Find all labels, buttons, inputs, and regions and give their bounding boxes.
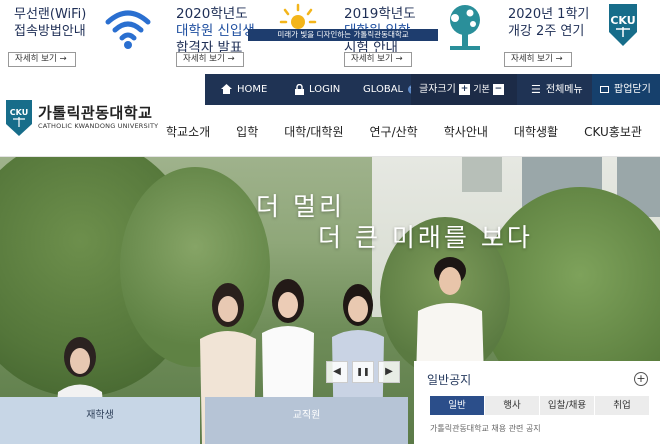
nav-item-admission[interactable]: 입학 xyxy=(236,120,258,144)
quick-tab-students[interactable]: 재학생 xyxy=(0,397,200,444)
svg-text:CKU: CKU xyxy=(10,108,28,117)
popup-ribbon-banner: 미래가 빛을 디자인하는 가톨릭관동대학교 xyxy=(248,29,438,41)
slide-next-button[interactable]: ▶ xyxy=(378,361,400,383)
logo-korean-name: 가톨릭관동대학교 xyxy=(38,104,153,122)
nav-item-colleges[interactable]: 대학/대학원 xyxy=(284,120,343,144)
site-logo[interactable]: CKU 가톨릭관동대학교 CATHOLIC KWANDONG UNIVERSIT… xyxy=(4,100,174,140)
notice-tab-events[interactable]: 행사 xyxy=(485,396,539,415)
main-navigation: 학교소개 입학 대학/대학원 연구/산학 학사안내 대학생활 CKU홍보관 xyxy=(166,120,642,144)
popup-title: 무선랜(WiFi) 접속방법안내 xyxy=(14,7,87,39)
svg-text:CKU: CKU xyxy=(610,14,635,27)
notice-tab-general[interactable]: 일반 xyxy=(430,396,484,415)
nav-item-research[interactable]: 연구/산학 xyxy=(370,120,418,144)
slide-prev-button[interactable]: ◀ xyxy=(326,361,348,383)
wifi-icon xyxy=(105,10,151,49)
notice-list-item[interactable]: 가톨릭관동대학교 채용 관련 공지 xyxy=(430,423,650,434)
notice-tab-bids-jobs[interactable]: 입찰/채용 xyxy=(540,396,594,415)
popup-more-button[interactable]: 자세히 보기 → xyxy=(344,52,412,67)
popup-title: 2020학년도 대학원 신입생 합격자 발표 xyxy=(176,6,255,56)
nav-item-about[interactable]: 학교소개 xyxy=(166,120,210,144)
slide-pause-button[interactable]: ❚❚ xyxy=(352,361,374,383)
popup-more-button[interactable]: 자세히 보기 → xyxy=(176,52,244,67)
nav-item-academics[interactable]: 학사안내 xyxy=(444,120,488,144)
popup-zone: 무선랜(WiFi) 접속방법안내 자세히 보기 → 2020학년도 대학원 신입… xyxy=(0,0,660,74)
popup-title: 2020년 1학기 개강 2주 연기 xyxy=(508,7,590,39)
notice-tabs: 일반 행사 입찰/채용 취업 xyxy=(430,396,650,415)
quick-tab-staff[interactable]: 교직원 xyxy=(205,397,408,444)
hero-slogan-line-2: 더 큰 미래를 보다 xyxy=(318,223,533,252)
tree-icon xyxy=(450,5,480,50)
nav-item-campus-life[interactable]: 대학생활 xyxy=(514,120,558,144)
popup-more-button[interactable]: 자세히 보기 → xyxy=(504,52,572,67)
nav-item-pr[interactable]: CKU홍보관 xyxy=(584,120,642,144)
cku-emblem-icon: CKU xyxy=(609,4,637,46)
notice-tab-employment[interactable]: 취업 xyxy=(595,396,649,415)
notice-title: 일반공지 xyxy=(427,373,472,387)
popup-wifi-guide[interactable]: 무선랜(WiFi) 접속방법안내 자세히 보기 → xyxy=(0,0,168,74)
notice-more-button[interactable]: + xyxy=(634,372,648,386)
site-header: CKU 가톨릭관동대학교 CATHOLIC KWANDONG UNIVERSIT… xyxy=(0,74,660,156)
popup-semester-delay[interactable]: 2020년 1학기 개강 2주 연기 CKU 자세히 보기 → xyxy=(504,0,660,74)
logo-english-name: CATHOLIC KWANDONG UNIVERSITY xyxy=(38,122,159,130)
cku-logo-icon: CKU xyxy=(6,100,32,136)
notice-box: 일반공지 + 일반 행사 입찰/채용 취업 가톨릭관동대학교 채용 관련 공지 xyxy=(414,361,660,444)
popup-more-button[interactable]: 자세히 보기 → xyxy=(8,52,76,67)
